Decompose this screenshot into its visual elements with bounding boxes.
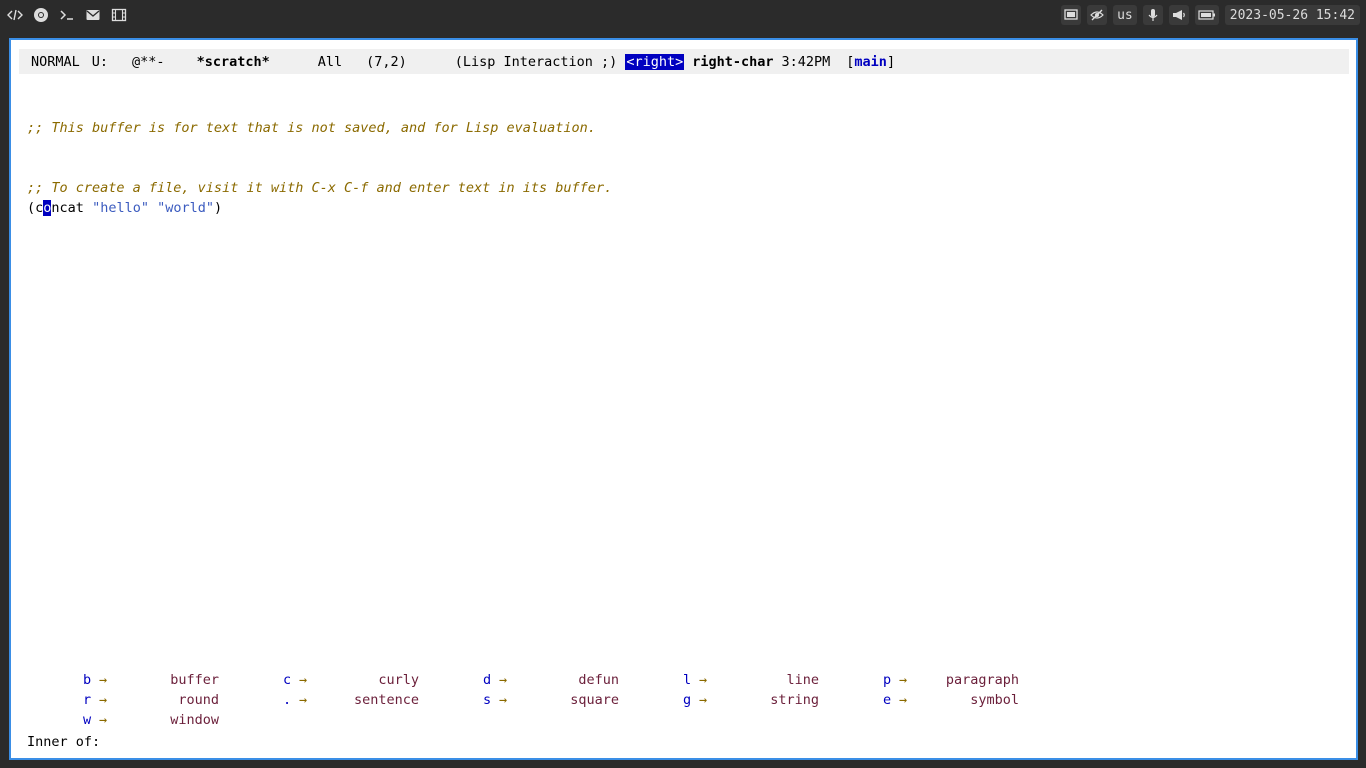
buffer-name[interactable]: *scratch*	[197, 54, 270, 70]
which-key-description: paragraph	[945, 672, 1019, 688]
which-key-description: square	[570, 692, 619, 708]
coding-system: U:	[91, 53, 109, 70]
which-key-description: buffer	[170, 672, 219, 688]
which-key-key: g	[683, 692, 692, 708]
which-key-key: p	[883, 672, 892, 688]
which-key-key: b	[83, 672, 92, 688]
git-branch[interactable]: main	[854, 54, 887, 70]
eye-off-icon[interactable]	[1087, 5, 1108, 25]
which-key-entry[interactable]: l → line	[683, 670, 883, 690]
which-key-entry[interactable]: g → string	[683, 690, 883, 710]
which-key-key: .	[283, 692, 292, 708]
system-tray: us 2023-05-26 15:42	[1061, 5, 1360, 25]
terminal-icon[interactable]	[58, 6, 76, 24]
branch-bracket-open: [	[846, 53, 855, 70]
which-key-entry[interactable]: s → square	[483, 690, 683, 710]
which-key-entry[interactable]: . → sentence	[283, 690, 483, 710]
which-key-description: defun	[578, 672, 619, 688]
evil-state: NORMAL	[31, 53, 80, 70]
chrome-icon[interactable]	[32, 6, 50, 24]
keyboard-layout[interactable]: us	[1113, 5, 1137, 25]
which-key-popup: b → buffer c → curly d → defun l → line p → paragraph r…	[11, 670, 1351, 730]
code-line[interactable]: (concat "hello" "world")	[27, 198, 222, 218]
string-literal-2: "world"	[157, 200, 215, 216]
which-key-key: s	[483, 692, 492, 708]
which-key-entry[interactable]: r → round	[83, 690, 283, 710]
which-key-description: round	[178, 692, 219, 708]
which-key-entry[interactable]: e → symbol	[883, 690, 1083, 710]
which-key-description: symbol	[970, 692, 1019, 708]
last-command: right-char	[692, 53, 774, 70]
line-column: (7,2)	[366, 53, 407, 70]
emacs-window[interactable]: NORMAL U: @**- *scratch* All (7,2) (Lisp…	[9, 38, 1358, 760]
which-key-key: c	[283, 672, 292, 688]
open-paren: (	[27, 200, 36, 216]
which-key-entry[interactable]: d → defun	[483, 670, 683, 690]
which-key-row: w → window	[11, 710, 1351, 730]
which-key-entry[interactable]: c → curly	[283, 670, 483, 690]
which-key-entry[interactable]: w → window	[83, 710, 283, 730]
comment-line-1: ;; This buffer is for text that is not s…	[27, 120, 596, 136]
which-key-key: r	[83, 692, 92, 708]
which-key-key: w	[83, 712, 92, 728]
buffer-position: All	[317, 53, 343, 70]
clock[interactable]: 2023-05-26 15:42	[1224, 5, 1360, 25]
close-paren: )	[214, 200, 223, 216]
which-key-description: window	[170, 712, 219, 728]
which-key-row: b → buffer c → curly d → defun l → line p → paragraph	[11, 670, 1351, 690]
minibuffer-prompt[interactable]: Inner of:	[27, 732, 100, 752]
code-after-cursor: ncat	[51, 200, 93, 216]
last-key: <right>	[625, 53, 685, 70]
which-key-description: line	[786, 672, 819, 688]
microphone-icon[interactable]	[1142, 5, 1163, 25]
string-literal-1: "hello"	[92, 200, 149, 216]
which-key-key: d	[483, 672, 492, 688]
which-key-entry[interactable]: p → paragraph	[883, 670, 1083, 690]
which-key-key: e	[883, 692, 892, 708]
megaphone-icon[interactable]	[1168, 5, 1189, 25]
which-key-description: string	[770, 692, 819, 708]
comment-line-2: ;; To create a file, visit it with C-x C…	[27, 180, 613, 196]
buffer-flags: @**-	[132, 53, 165, 70]
which-key-row: r → round. → sentence s → square g → string e → symbo…	[11, 690, 1351, 710]
code-icon[interactable]	[6, 6, 24, 24]
which-key-description: curly	[378, 672, 419, 688]
app-launcher	[6, 6, 128, 24]
mail-icon[interactable]	[84, 6, 102, 24]
branch-bracket-close: ]	[886, 53, 896, 70]
battery-icon[interactable]	[1194, 5, 1219, 25]
major-mode[interactable]: (Lisp Interaction ;)	[455, 54, 618, 70]
mode-line: NORMAL U: @**- *scratch* All (7,2) (Lisp…	[19, 49, 1349, 74]
screen-icon[interactable]	[1061, 5, 1082, 25]
which-key-entry[interactable]: b → buffer	[83, 670, 283, 690]
mode-line-time: 3:42PM	[781, 53, 831, 70]
film-icon[interactable]	[110, 6, 128, 24]
top-panel: us 2023-05-26 15:42	[0, 0, 1366, 30]
which-key-key: l	[683, 672, 692, 688]
which-key-description: sentence	[353, 692, 419, 708]
